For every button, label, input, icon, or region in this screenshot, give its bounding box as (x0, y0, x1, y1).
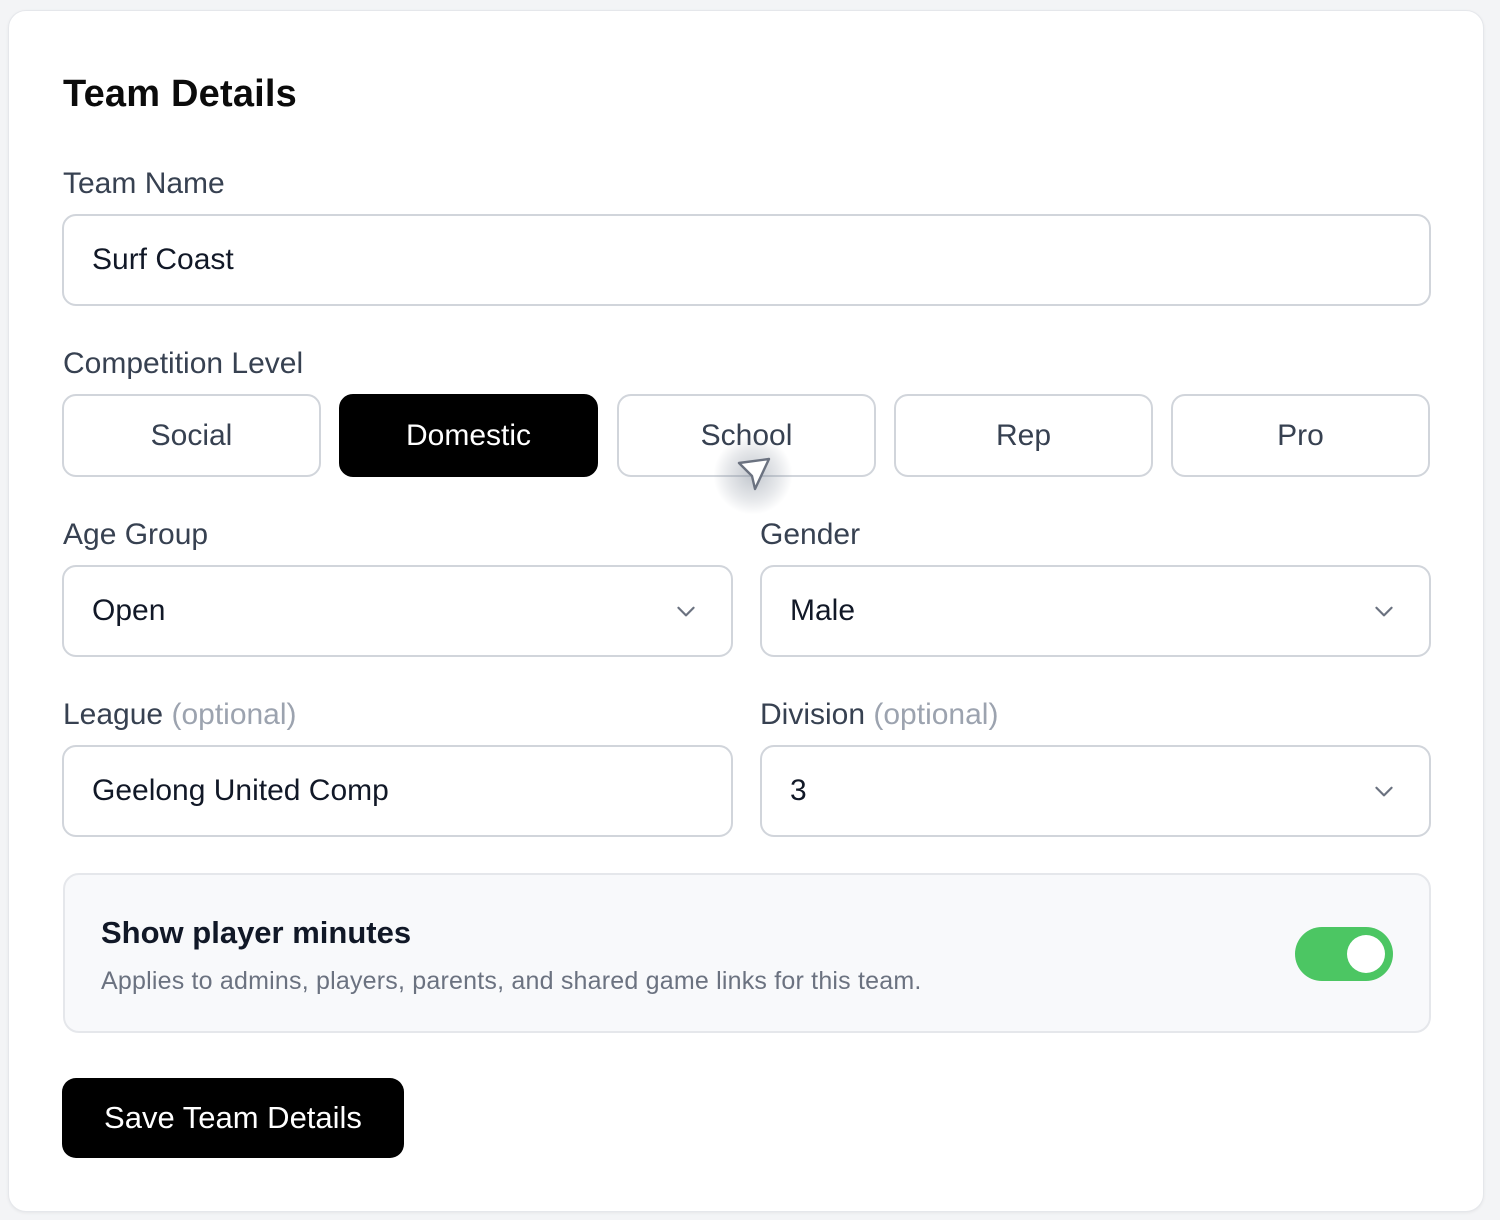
chevron-down-icon (1375, 606, 1393, 617)
division-select[interactable]: 3 (760, 745, 1431, 837)
chevron-down-icon (1375, 786, 1393, 797)
competition-option-social[interactable]: Social (62, 394, 321, 477)
competition-option-rep[interactable]: Rep (894, 394, 1153, 477)
toggle-knob (1347, 935, 1385, 973)
age-group-value: Open (92, 594, 166, 627)
league-label-text: League (63, 698, 164, 731)
chevron-down-icon (677, 606, 695, 617)
cursor-arrow-icon (737, 457, 771, 491)
division-optional-hint: (optional) (873, 698, 999, 731)
competition-level-label: Competition Level (63, 347, 304, 380)
page-title: Team Details (63, 73, 298, 115)
team-name-label: Team Name (63, 167, 225, 200)
save-team-details-button[interactable]: Save Team Details (62, 1078, 404, 1158)
team-details-card: Team Details Team Name Surf Coast Compet… (8, 10, 1484, 1212)
player-minutes-title: Show player minutes (101, 915, 412, 950)
gender-value: Male (790, 594, 856, 627)
competition-option-domestic[interactable]: Domestic (339, 394, 598, 477)
league-label: League (optional) (63, 698, 297, 732)
age-group-select[interactable]: Open (62, 565, 733, 657)
age-group-label: Age Group (63, 518, 209, 551)
league-input[interactable]: Geelong United Comp (62, 745, 733, 837)
division-value: 3 (790, 774, 807, 807)
league-value: Geelong United Comp (92, 774, 389, 807)
team-name-input[interactable]: Surf Coast (62, 214, 1431, 306)
competition-option-pro[interactable]: Pro (1171, 394, 1430, 477)
player-minutes-description: Applies to admins, players, parents, and… (101, 967, 922, 995)
player-minutes-panel: Show player minutes Applies to admins, p… (63, 873, 1431, 1033)
gender-select[interactable]: Male (760, 565, 1431, 657)
division-label-text: Division (760, 698, 866, 731)
team-name-value: Surf Coast (92, 243, 234, 276)
gender-label: Gender (760, 518, 861, 551)
division-label: Division (optional) (760, 698, 998, 732)
player-minutes-toggle[interactable] (1295, 927, 1393, 981)
league-optional-hint: (optional) (171, 698, 297, 731)
